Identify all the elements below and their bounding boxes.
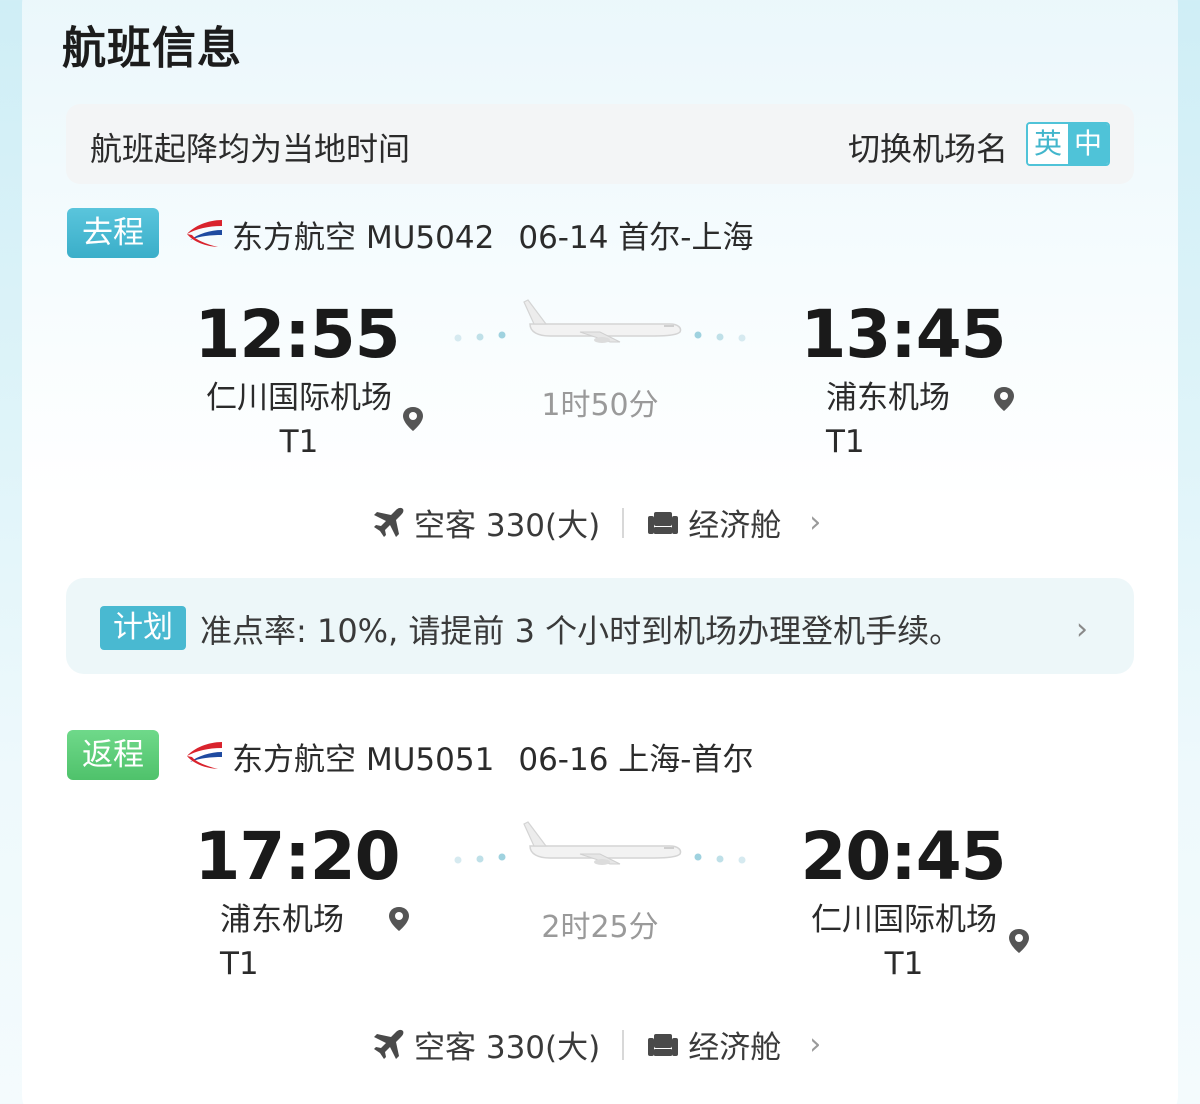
outbound-arrival-airport[interactable]: 浦东机场T1 xyxy=(826,376,986,464)
return-duration: 2时25分 xyxy=(541,910,659,945)
return-arrival-terminal: T1 xyxy=(884,946,924,982)
chevron-right-icon: › xyxy=(809,1027,822,1062)
seat-icon xyxy=(648,511,679,534)
outbound-arrival-time: 13:45 xyxy=(800,296,1006,373)
outbound-badge: 去程 xyxy=(67,208,159,258)
divider xyxy=(622,507,625,538)
return-departure-airport[interactable]: 浦东机场T1 xyxy=(220,898,380,986)
page-title: 航班信息 xyxy=(62,23,242,74)
language-toggle[interactable]: 英 中 xyxy=(1026,122,1110,166)
outbound-departure-terminal: T1 xyxy=(279,424,319,460)
return-badge: 返程 xyxy=(67,730,159,780)
return-flight-number: MU5051 xyxy=(366,742,495,778)
return-aircraft-cabin-row[interactable]: 空客 330(大) 经济舱 › xyxy=(372,1022,821,1067)
outbound-flight-number: MU5042 xyxy=(366,220,495,256)
divider xyxy=(622,1029,625,1060)
outbound-flight-summary: 东方航空 MU5042 06-14 首尔-上海 xyxy=(232,212,753,257)
seat-icon xyxy=(648,1033,679,1056)
location-pin-icon[interactable] xyxy=(1008,928,1030,954)
outbound-aircraft-cabin-row[interactable]: 空客 330(大) 经济舱 › xyxy=(372,500,821,545)
location-pin-icon[interactable] xyxy=(388,906,410,932)
switch-airport-name-label: 切换机场名 xyxy=(847,130,1008,168)
return-arrival-time: 20:45 xyxy=(800,818,1006,895)
outbound-airline: 东方航空 xyxy=(232,220,356,256)
plane-route-icon xyxy=(454,821,746,865)
location-pin-icon[interactable] xyxy=(402,406,424,432)
outbound-departure-airport[interactable]: 仁川国际机场 T1 xyxy=(190,376,408,464)
airplane-icon xyxy=(374,1029,404,1059)
outbound-duration: 1时50分 xyxy=(541,388,659,423)
chevron-right-icon: › xyxy=(1076,612,1088,647)
return-airline: 东方航空 xyxy=(232,742,356,778)
outbound-cabin: 经济舱 xyxy=(688,508,782,544)
plane-route-icon xyxy=(454,299,746,343)
airplane-icon xyxy=(374,507,404,537)
location-pin-icon[interactable] xyxy=(993,386,1015,412)
outbound-departure-time: 12:55 xyxy=(194,296,400,373)
outbound-date-route: 06-14 首尔-上海 xyxy=(518,220,754,256)
china-eastern-logo-icon xyxy=(187,742,222,769)
punctuality-tip[interactable]: 计划 准点率: 10%, 请提前 3 个小时到机场办理登机手续。 › xyxy=(66,578,1134,674)
return-departure-time: 17:20 xyxy=(194,818,400,895)
tip-badge: 计划 xyxy=(100,606,186,650)
local-time-notice-text: 航班起降均为当地时间 xyxy=(90,130,411,168)
return-flight-summary: 东方航空 MU5051 06-16 上海-首尔 xyxy=(232,734,753,779)
return-aircraft: 空客 330(大) xyxy=(414,1030,601,1066)
language-option-zh[interactable]: 中 xyxy=(1068,124,1108,164)
return-cabin: 经济舱 xyxy=(688,1030,782,1066)
outbound-departure-airport-name: 仁川国际机场 xyxy=(206,380,392,416)
outbound-aircraft: 空客 330(大) xyxy=(414,508,601,544)
return-arrival-airport-name: 仁川国际机场 xyxy=(811,902,997,938)
chevron-right-icon: › xyxy=(809,505,822,540)
local-time-notice: 航班起降均为当地时间 切换机场名 英 中 xyxy=(66,104,1134,184)
return-arrival-airport[interactable]: 仁川国际机场 T1 xyxy=(795,898,1013,986)
tip-text: 准点率: 10%, 请提前 3 个小时到机场办理登机手续。 xyxy=(200,612,962,650)
language-option-en[interactable]: 英 xyxy=(1028,124,1068,164)
return-date-route: 06-16 上海-首尔 xyxy=(518,742,754,778)
china-eastern-logo-icon xyxy=(187,220,222,247)
